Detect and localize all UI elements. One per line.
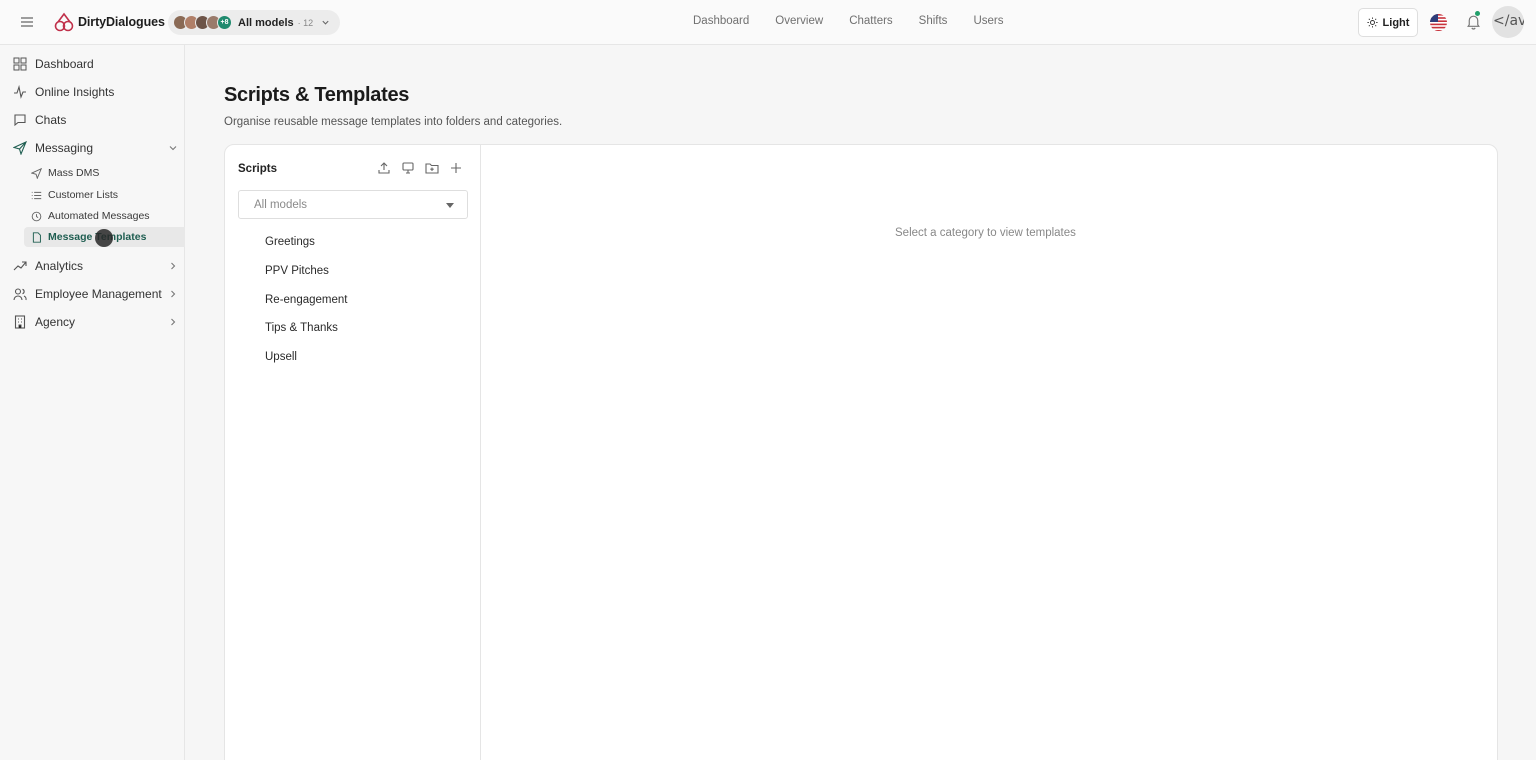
topnav-dashboard[interactable]: Dashboard (693, 15, 749, 27)
sidebar-item-agency[interactable]: Agency (0, 310, 185, 334)
sidebar-item-chats[interactable]: Chats (0, 108, 185, 132)
grid-icon (13, 57, 27, 71)
topnav-users[interactable]: Users (973, 15, 1003, 27)
sidebar-subitem-label: Customer Lists (48, 189, 119, 201)
chevron-right-icon (171, 318, 176, 326)
send-icon (31, 168, 42, 179)
list-icon (31, 191, 42, 200)
sidebar-item-analytics[interactable]: Analytics (0, 254, 185, 278)
us-flag-icon[interactable] (1430, 14, 1447, 31)
topnav-chatters[interactable]: Chatters (849, 15, 892, 27)
sidebar: Dashboard Online Insights Chats Messagin… (0, 45, 185, 760)
building-icon (14, 315, 26, 329)
trending-icon (13, 261, 27, 271)
sidebar-item-label: Chats (35, 113, 67, 127)
sidebar-item-label: Employee Management (35, 287, 162, 301)
category-item-upsell[interactable]: Upsell (265, 351, 297, 363)
mouse-cursor (95, 229, 113, 247)
chevron-down-icon (322, 20, 329, 25)
topnav-overview[interactable]: Overview (775, 15, 823, 27)
sidebar-item-label: Analytics (35, 259, 84, 273)
model-selector-label: All models (238, 16, 294, 29)
users-icon (13, 288, 27, 301)
caret-down-icon (446, 203, 454, 208)
theme-toggle-label: Light (1382, 16, 1410, 29)
page-subtitle: Organise reusable message templates into… (224, 116, 563, 128)
user-avatar[interactable]: </ava (1492, 6, 1524, 38)
category-item-ppv-pitches[interactable]: PPV Pitches (265, 265, 329, 277)
sidebar-subitem-mass-dms[interactable]: Mass DMS (24, 163, 185, 183)
sun-icon (1367, 17, 1378, 28)
brand-logo[interactable]: DirtyDialogues (53, 11, 165, 33)
brand-name: DirtyDialogues (78, 15, 165, 29)
scripts-sidebar: Scripts All models Greetings PPV Pitches… (225, 145, 481, 760)
chevron-right-icon (171, 290, 176, 298)
upload-icon[interactable] (377, 161, 391, 175)
send-icon (13, 141, 27, 155)
model-filter-select[interactable]: All models (238, 190, 468, 219)
file-icon (32, 232, 41, 243)
topnav-shifts[interactable]: Shifts (919, 15, 948, 27)
scripts-title: Scripts (238, 163, 277, 175)
sidebar-item-dashboard[interactable]: Dashboard (0, 52, 185, 76)
model-selector-count: · 12 (297, 17, 314, 28)
clock-icon (31, 211, 42, 222)
top-bar: DirtyDialogues +8 All models · 12 Dashbo… (0, 0, 1536, 45)
sidebar-subitem-automated-messages[interactable]: Automated Messages (24, 206, 185, 226)
chat-bubble-icon (14, 114, 26, 127)
sidebar-item-label: Agency (35, 315, 76, 329)
sidebar-subitem-label: Mass DMS (48, 167, 100, 179)
sidebar-item-label: Messaging (35, 141, 94, 155)
sidebar-item-messaging[interactable]: Messaging (0, 136, 185, 160)
category-item-tips-thanks[interactable]: Tips & Thanks (265, 322, 338, 334)
sidebar-subitem-customer-lists[interactable]: Customer Lists (24, 185, 185, 205)
notification-dot (1475, 11, 1480, 16)
model-selector[interactable]: +8 All models · 12 (168, 10, 340, 35)
bell-icon[interactable] (1465, 13, 1482, 30)
theme-toggle-button[interactable]: Light (1358, 8, 1418, 37)
chevron-right-icon (171, 262, 176, 270)
model-avatars: +8 (173, 15, 232, 30)
sidebar-item-employee-management[interactable]: Employee Management (0, 282, 185, 306)
user-avatar-text: </ava (1493, 13, 1524, 29)
model-filter-value: All models (254, 199, 308, 211)
sidebar-item-label: Dashboard (35, 57, 94, 71)
chevron-down-icon (169, 146, 177, 151)
new-folder-icon[interactable] (425, 161, 439, 175)
activity-icon (14, 85, 26, 99)
sidebar-item-online-insights[interactable]: Online Insights (0, 80, 185, 104)
sidebar-subitem-label: Automated Messages (48, 210, 150, 222)
menu-icon[interactable] (19, 14, 35, 30)
scripts-panel: Scripts All models Greetings PPV Pitches… (224, 144, 1498, 760)
category-item-re-engagement[interactable]: Re-engagement (265, 294, 347, 306)
top-nav: Dashboard Overview Chatters Shifts Users (681, 15, 1029, 27)
model-overflow-count: +8 (217, 15, 232, 30)
page-title: Scripts & Templates (224, 84, 410, 106)
preview-icon[interactable] (401, 161, 415, 175)
logo-icon (54, 12, 74, 32)
empty-state-message: Select a category to view templates (895, 227, 1076, 239)
plus-icon[interactable] (449, 161, 463, 175)
category-item-greetings[interactable]: Greetings (265, 236, 315, 248)
sidebar-item-label: Online Insights (35, 85, 115, 99)
